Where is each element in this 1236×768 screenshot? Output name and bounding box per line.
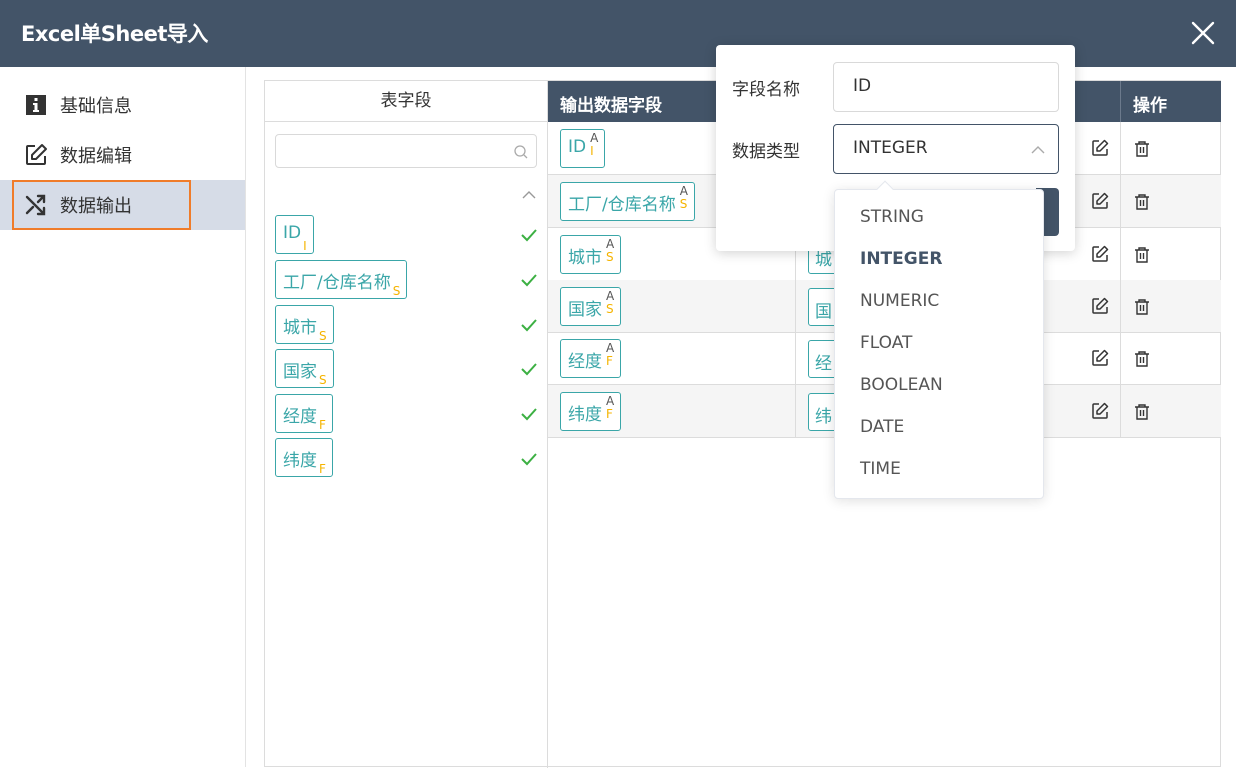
output-field-tag[interactable]: 城市 A S — [560, 235, 622, 274]
output-field-tag[interactable]: 纬度 A F — [560, 392, 622, 431]
delete-icon[interactable] — [1134, 140, 1150, 161]
source-field-tag[interactable]: 纬度 F — [275, 438, 333, 477]
chevron-up-icon[interactable] — [1030, 141, 1046, 160]
option-time[interactable]: TIME — [860, 459, 901, 479]
delete-icon[interactable] — [1134, 350, 1150, 371]
output-field-tag[interactable]: 经度 A F — [560, 339, 622, 378]
sidebar-item-data-output[interactable]: 数据输出 — [0, 180, 245, 230]
search-input[interactable] — [275, 134, 537, 168]
chevron-up-icon[interactable] — [521, 186, 537, 205]
sidebar-item-data-edit[interactable]: 数据编辑 — [0, 130, 245, 180]
edit-icon[interactable] — [1091, 349, 1109, 371]
edit-icon[interactable] — [1091, 192, 1109, 214]
output-field-tag[interactable]: 国家 A S — [560, 287, 622, 326]
source-field-tag[interactable]: ID I — [275, 215, 314, 254]
source-field-tag[interactable]: 工厂/仓库名称 S — [275, 260, 408, 299]
sidebar-item-basic-info[interactable]: 基础信息 — [0, 80, 245, 130]
dialog-title: Excel单Sheet导入 — [21, 22, 208, 46]
edit-icon — [24, 143, 48, 167]
delete-icon[interactable] — [1134, 246, 1150, 267]
sidebar-item-label: 数据编辑 — [60, 146, 132, 167]
option-numeric[interactable]: NUMERIC — [860, 291, 939, 311]
data-type-dropdown: STRING INTEGER NUMERIC FLOAT BOOLEAN DAT… — [834, 180, 1044, 499]
source-field-tag[interactable]: 城市 S — [275, 305, 334, 344]
source-field-tag[interactable]: 经度 F — [275, 394, 333, 433]
option-float[interactable]: FLOAT — [860, 333, 912, 353]
check-icon — [520, 272, 538, 291]
output-field-tag[interactable]: ID A I — [560, 129, 606, 168]
search-icon — [513, 144, 529, 164]
sidebar: 基础信息 数据编辑 数据输出 — [0, 67, 246, 767]
edit-icon[interactable] — [1091, 297, 1109, 319]
action-header: 操作 — [1133, 96, 1167, 116]
option-string[interactable]: STRING — [860, 207, 924, 227]
edit-icon[interactable] — [1091, 402, 1109, 424]
info-icon — [24, 93, 48, 117]
check-icon — [520, 227, 538, 246]
delete-icon[interactable] — [1134, 193, 1150, 214]
delete-icon[interactable] — [1134, 403, 1150, 424]
active-highlight — [12, 180, 191, 230]
edit-icon[interactable] — [1091, 245, 1109, 267]
close-icon[interactable] — [1187, 17, 1219, 49]
check-icon — [520, 361, 538, 380]
output-field-tag[interactable]: 工厂/仓库名称 A S — [560, 182, 695, 221]
option-boolean[interactable]: BOOLEAN — [860, 375, 943, 395]
edit-icon[interactable] — [1091, 139, 1109, 161]
sidebar-item-label: 基础信息 — [60, 96, 132, 117]
source-fields-column: 表字段 ID I 工厂/仓库名称 S 城市 S 国家 S 经度 F 纬度 F — [265, 81, 548, 768]
output-fields-header: 输出数据字段 — [560, 96, 662, 116]
delete-icon[interactable] — [1134, 298, 1150, 319]
data-type-label: 数据类型 — [732, 142, 800, 162]
check-icon — [520, 451, 538, 470]
option-date[interactable]: DATE — [860, 417, 904, 437]
source-field-tag[interactable]: 国家 S — [275, 349, 334, 388]
field-name-input[interactable]: ID — [833, 62, 1059, 112]
check-icon — [520, 317, 538, 336]
field-name-label: 字段名称 — [732, 80, 800, 100]
source-fields-header: 表字段 — [265, 81, 547, 122]
data-type-select[interactable]: INTEGER — [833, 124, 1059, 174]
check-icon — [520, 406, 538, 425]
option-integer[interactable]: INTEGER — [860, 249, 942, 269]
